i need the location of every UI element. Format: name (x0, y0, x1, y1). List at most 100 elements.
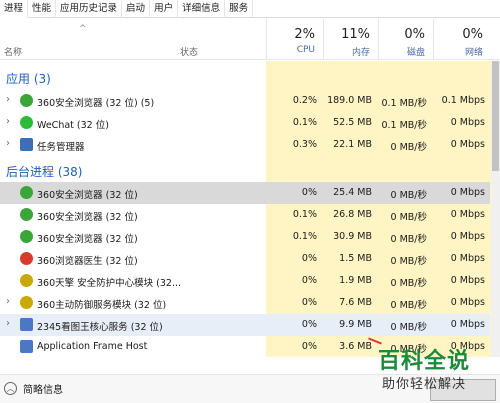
memory-total-percent: 11% (341, 27, 370, 42)
cpu-label: CPU (296, 45, 315, 55)
360-browser-icon (20, 208, 33, 221)
process-name: WeChat (32 位) (37, 120, 109, 131)
vertical-scrollbar[interactable] (491, 61, 500, 357)
wechat-icon (20, 116, 33, 129)
app-window-icon (20, 318, 33, 331)
process-row[interactable]: 360安全浏览器 (32 位) 0.1% 30.9 MB 0 MB/秒 0 Mbps (0, 226, 490, 248)
cell-mem: 22.1 MB (333, 139, 372, 150)
header-name[interactable]: 名称 (4, 45, 22, 58)
cell-mem: 25.4 MB (333, 187, 372, 198)
cell-net: 0 Mbps (450, 297, 485, 308)
cell-net: 0 Mbps (450, 117, 485, 128)
cell-disk: 0 MB/秒 (390, 278, 427, 289)
fewer-details-label: 简略信息 (23, 385, 63, 396)
expand-chevron-icon[interactable]: › (6, 296, 10, 307)
tab-services[interactable]: 服务 (225, 0, 254, 18)
column-header: ^ 名称 状态 2% CPU 11% 内存 0% 磁盘 0% 网络 (0, 19, 500, 60)
cell-net: 0 Mbps (450, 187, 485, 198)
app-window-icon (20, 340, 33, 353)
header-status[interactable]: 状态 (180, 45, 198, 58)
expand-chevron-icon[interactable]: › (6, 116, 10, 127)
disk-label: 磁盘 (406, 48, 425, 58)
group-background: 后台进程 (38) (6, 165, 83, 179)
cell-disk: 0 MB/秒 (390, 322, 427, 333)
process-name: 任务管理器 (37, 142, 85, 153)
expand-chevron-icon[interactable]: › (6, 94, 10, 105)
cell-disk: 0 MB/秒 (390, 212, 427, 223)
process-name: 2345看图王核心服务 (32 位) (37, 322, 163, 333)
process-row[interactable]: 360安全浏览器 (32 位) 0.1% 26.8 MB 0 MB/秒 0 Mbps (0, 204, 490, 226)
cell-cpu: 0.3% (292, 139, 317, 150)
shield-icon (20, 274, 33, 287)
cell-mem: 3.6 MB (339, 341, 372, 352)
disk-total-percent: 0% (404, 27, 425, 42)
cell-cpu: 0% (301, 253, 317, 264)
cell-disk: 0 MB/秒 (390, 142, 427, 153)
memory-label: 内存 (351, 48, 370, 58)
process-row[interactable]: › 360主动防御服务模块 (32 位) 0% 7.6 MB 0 MB/秒 0 Mbps (0, 292, 490, 314)
tab-bar: 进程 性能 应用历史记录 启动 用户 详细信息 服务 (0, 0, 500, 18)
process-row[interactable]: 360天擎 安全防护中心模块 (32... 0% 1.9 MB 0 MB/秒 0 Mbp… (0, 270, 490, 292)
cell-cpu: 0.1% (292, 117, 317, 128)
cell-disk: 0 MB/秒 (390, 256, 427, 267)
process-name: 360安全浏览器 (32 位) (37, 234, 138, 245)
cell-cpu: 0.1% (292, 231, 317, 242)
header-cpu[interactable]: 2% CPU (266, 19, 323, 60)
cell-disk: 0.1 MB/秒 (381, 120, 427, 131)
group-apps: 应用 (3) (6, 72, 51, 86)
process-name: 360安全浏览器 (32 位) (5) (37, 98, 155, 109)
header-network[interactable]: 0% 网络 (433, 19, 491, 60)
process-row[interactable]: › 360安全浏览器 (32 位) (5) 0.2% 189.0 MB 0.1 MB/秒… (0, 90, 490, 112)
cell-cpu: 0% (301, 319, 317, 330)
process-row[interactable]: › WeChat (32 位) 0.1% 52.5 MB 0.1 MB/秒 0 Mbps (0, 112, 490, 134)
process-row[interactable]: › 任务管理器 0.3% 22.1 MB 0 MB/秒 0 Mbps (0, 134, 490, 156)
cell-cpu: 0.2% (292, 95, 317, 106)
cell-disk: 0 MB/秒 (390, 190, 427, 201)
360-browser-icon (20, 186, 33, 199)
cell-net: 0.1 Mbps (441, 95, 485, 106)
cell-net: 0 Mbps (450, 209, 485, 220)
cell-mem: 30.9 MB (333, 231, 372, 242)
cell-net: 0 Mbps (450, 231, 485, 242)
header-disk[interactable]: 0% 磁盘 (378, 19, 433, 60)
process-name: Application Frame Host (37, 341, 148, 352)
expand-chevron-icon[interactable]: › (6, 318, 10, 329)
browser-doctor-icon (20, 252, 33, 265)
cell-cpu: 0.1% (292, 209, 317, 220)
cell-net: 0 Mbps (450, 253, 485, 264)
tab-performance[interactable]: 性能 (28, 0, 57, 18)
360-browser-icon (20, 94, 33, 107)
cell-disk: 0.1 MB/秒 (381, 98, 427, 109)
tab-app-history[interactable]: 应用历史记录 (56, 0, 123, 18)
tab-startup[interactable]: 启动 (122, 0, 151, 18)
scrollbar-thumb[interactable] (492, 61, 499, 171)
cell-net: 0 Mbps (450, 319, 485, 330)
cell-disk: 0 MB/秒 (390, 234, 427, 245)
cell-disk: 0 MB/秒 (390, 300, 427, 311)
sort-caret-icon[interactable]: ^ (79, 24, 87, 34)
fewer-details-button[interactable]: ︿ 简略信息 (4, 381, 63, 396)
watermark-subtitle: 助你轻松解决 (382, 377, 467, 392)
tab-processes[interactable]: 进程 (0, 0, 29, 18)
network-label: 网络 (464, 48, 483, 58)
expand-chevron-icon[interactable]: › (6, 138, 10, 149)
process-name: 360安全浏览器 (32 位) (37, 190, 138, 201)
cell-cpu: 0% (301, 297, 317, 308)
process-row[interactable]: › 2345看图王核心服务 (32 位) 0% 9.9 MB 0 MB/秒 0 Mbps (0, 314, 490, 336)
process-row[interactable]: 360安全浏览器 (32 位) 0% 25.4 MB 0 MB/秒 0 Mbps (0, 182, 490, 204)
cell-mem: 189.0 MB (327, 95, 372, 106)
tab-users[interactable]: 用户 (150, 0, 179, 18)
process-row[interactable]: 360浏览器医生 (32 位) 0% 1.5 MB 0 MB/秒 0 Mbps (0, 248, 490, 270)
360-browser-icon (20, 230, 33, 243)
cpu-total-percent: 2% (294, 27, 315, 42)
cell-mem: 1.5 MB (339, 253, 372, 264)
shield-icon (20, 296, 33, 309)
cell-mem: 7.6 MB (339, 297, 372, 308)
header-memory[interactable]: 11% 内存 (323, 19, 378, 60)
tab-details[interactable]: 详细信息 (178, 0, 226, 18)
process-name: 360安全浏览器 (32 位) (37, 212, 138, 223)
cell-mem: 1.9 MB (339, 275, 372, 286)
watermark-title: 百科全说 (378, 349, 471, 374)
task-manager-icon (20, 138, 33, 151)
cell-net: 0 Mbps (450, 139, 485, 150)
